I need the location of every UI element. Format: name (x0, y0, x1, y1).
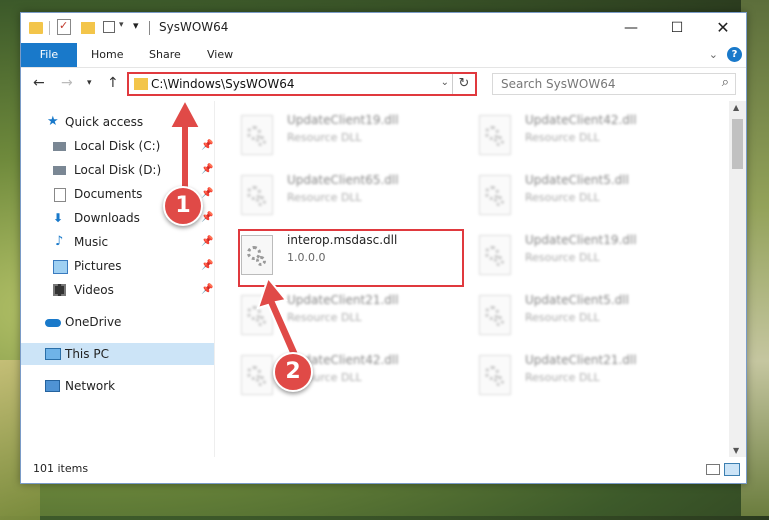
arrow-diagonal-icon (256, 275, 302, 362)
step-badge-1: 1 (163, 186, 203, 226)
annotation-arrows (168, 97, 302, 362)
arrow-up-icon (168, 97, 202, 189)
step-badge-2: 2 (273, 352, 313, 392)
